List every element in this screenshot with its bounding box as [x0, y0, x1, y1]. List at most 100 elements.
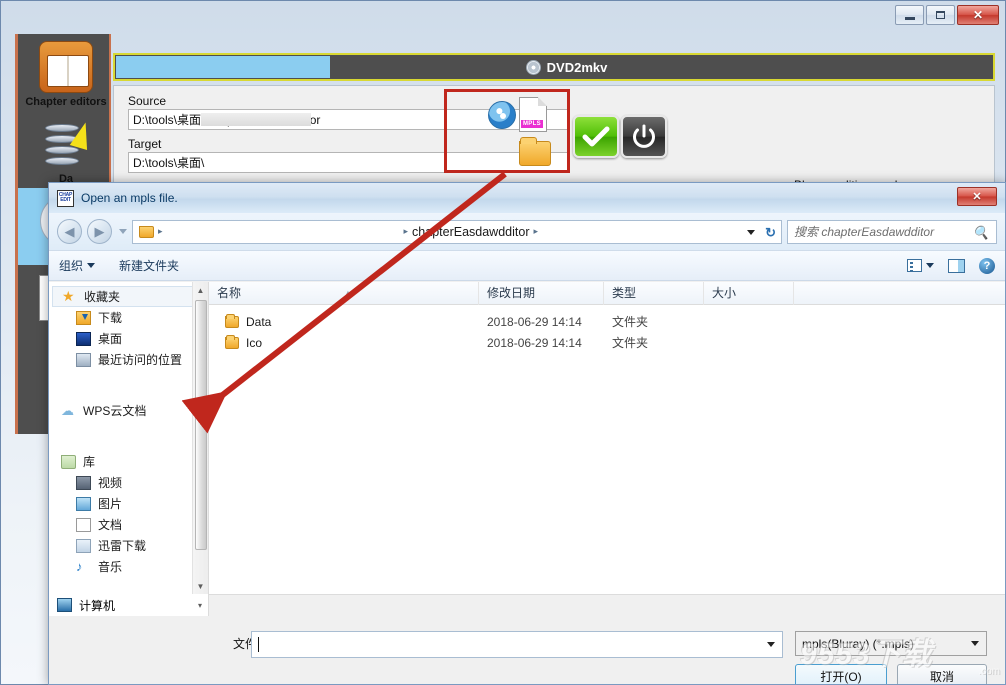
- chapter-edit-icon: CHAP EDIT: [57, 190, 74, 207]
- close-icon: ✕: [972, 190, 981, 203]
- file-list-pane: ▲ 名称 修改日期 类型 大小 Data 2018-06-29 14:14 文件…: [209, 282, 1005, 594]
- chevron-down-icon: [926, 263, 934, 268]
- breadcrumb[interactable]: ▸ ▸ chapterEasdawdditor ▸ ↻: [132, 220, 782, 244]
- column-label: 大小: [712, 286, 736, 300]
- filename-input[interactable]: [251, 631, 783, 658]
- forward-button[interactable]: ▶: [87, 219, 112, 244]
- column-header-name[interactable]: ▲ 名称: [209, 282, 479, 305]
- file-name: Data: [246, 315, 271, 329]
- mpls-file-icon[interactable]: MPLS: [519, 97, 547, 132]
- maximize-button[interactable]: [926, 5, 955, 25]
- window-controls: ✕: [895, 5, 999, 25]
- scroll-up-arrow[interactable]: ▲: [193, 282, 208, 298]
- history-dropdown-icon[interactable]: [119, 229, 127, 234]
- column-header-modified[interactable]: 修改日期: [479, 282, 604, 305]
- refresh-icon[interactable]: ↻: [765, 225, 776, 241]
- sidebar-item-documents[interactable]: 文档: [49, 514, 208, 535]
- organize-button[interactable]: 组织: [59, 257, 95, 274]
- app-title-bar: ✕: [1, 1, 1005, 34]
- folder-icon: [225, 316, 239, 328]
- table-row[interactable]: Data 2018-06-29 14:14 文件夹: [209, 311, 1005, 332]
- scrollbar-thumb[interactable]: [195, 300, 207, 550]
- power-icon: [631, 124, 657, 150]
- sidebar-item-label: 音乐: [98, 558, 122, 575]
- file-name-cell: Data: [209, 315, 479, 329]
- organize-label: 组织: [59, 257, 83, 274]
- sidebar-item-label: 下载: [98, 309, 122, 326]
- view-list-icon: [907, 259, 922, 272]
- file-modified: 2018-06-29 14:14: [479, 315, 604, 329]
- table-row[interactable]: Ico 2018-06-29 14:14 文件夹: [209, 332, 1005, 353]
- scroll-down-arrow[interactable]: ▼: [193, 578, 208, 594]
- chevron-down-icon: [971, 641, 979, 646]
- dialog-footer: 计算机 ▾ 文件名(N): mpls(Bluray) (*.mpls) 打开(O…: [49, 594, 1005, 684]
- sidebar-item-music[interactable]: ♪ 音乐: [49, 556, 208, 577]
- sidebar-item-wps-cloud[interactable]: ☁ WPS云文档: [49, 400, 208, 421]
- breadcrumb-item-folder[interactable]: chapterEasdawdditor: [412, 225, 529, 239]
- documents-icon: [76, 518, 91, 532]
- dialog-toolbar: 组织 新建文件夹 ?: [49, 251, 1005, 281]
- sidebar-item-computer[interactable]: 计算机 ▾: [49, 594, 209, 616]
- open-file-dialog: CHAP EDIT Open an mpls file. ✕ ◀ ▶ ▸ ▸ c…: [48, 182, 1006, 685]
- change-view-button[interactable]: [907, 259, 934, 272]
- sidebar-item-label: 库: [83, 453, 95, 470]
- chevron-down-icon[interactable]: [767, 642, 775, 647]
- power-button[interactable]: [621, 115, 667, 158]
- bluray-disc-icon[interactable]: [488, 101, 516, 129]
- open-label: 打开(O): [820, 668, 861, 685]
- sidebar-item-favorites[interactable]: ★ 收藏夹: [52, 286, 205, 307]
- library-icon: [61, 455, 76, 469]
- sidebar-item-thunder-download[interactable]: 迅雷下载: [49, 535, 208, 556]
- new-folder-button[interactable]: 新建文件夹: [119, 257, 179, 274]
- back-button[interactable]: ◀: [57, 219, 82, 244]
- maximize-icon: [936, 11, 945, 19]
- minimize-icon: [905, 17, 915, 20]
- sidebar-item-videos[interactable]: 视频: [49, 472, 208, 493]
- nav-gap: [49, 385, 208, 400]
- folder-icon: [139, 226, 154, 238]
- nav-gap: [49, 436, 208, 451]
- cancel-button[interactable]: 取消: [897, 664, 987, 685]
- filetype-select[interactable]: mpls(Bluray) (*.mpls): [795, 631, 987, 656]
- column-header-type[interactable]: 类型: [604, 282, 704, 305]
- desktop-icon-chapter-editors[interactable]: Chapter editors: [18, 34, 111, 111]
- search-input[interactable]: 搜索 chapterEasdawdditor 🔍: [787, 220, 997, 244]
- sidebar-item-desktop[interactable]: 桌面: [49, 328, 208, 349]
- music-icon: ♪: [76, 560, 91, 574]
- help-icon[interactable]: ?: [979, 258, 995, 274]
- file-type: 文件夹: [604, 334, 704, 351]
- close-button[interactable]: ✕: [957, 5, 999, 25]
- dialog-close-button[interactable]: ✕: [957, 187, 997, 206]
- folder-icon[interactable]: [519, 141, 551, 166]
- downloads-icon: [76, 311, 91, 325]
- cloud-icon: ☁: [61, 404, 76, 418]
- file-list-rows: Data 2018-06-29 14:14 文件夹 Ico 2018-06-29…: [209, 305, 1005, 353]
- navigation-pane: ★ 收藏夹 下载 桌面 最近访问的位置 ☁: [49, 282, 209, 594]
- recent-places-icon: [76, 353, 91, 367]
- sidebar-item-pictures[interactable]: 图片: [49, 493, 208, 514]
- chevron-down-icon[interactable]: [747, 230, 755, 235]
- file-name: Ico: [246, 336, 262, 350]
- progress-bar: [116, 56, 330, 78]
- confirm-button[interactable]: [573, 115, 619, 158]
- dialog-title-bar: CHAP EDIT Open an mpls file. ✕: [49, 183, 1005, 213]
- mpls-badge: MPLS: [521, 120, 543, 128]
- desktop-icon-database[interactable]: Da: [18, 111, 111, 188]
- dialog-title-text: Open an mpls file.: [81, 191, 178, 205]
- desktop-icon-label: Chapter editors: [18, 96, 111, 111]
- star-icon: ★: [62, 290, 77, 304]
- target-value: D:\tools\桌面\: [133, 156, 204, 170]
- nav-gap: [49, 421, 208, 436]
- chevron-down-icon[interactable]: ▾: [198, 601, 202, 610]
- toolbar-right-group: ?: [907, 258, 995, 274]
- breadcrumb-separator: ▸: [158, 226, 163, 237]
- sidebar-scrollbar[interactable]: ▲ ▼: [192, 282, 208, 594]
- sidebar-item-downloads[interactable]: 下载: [49, 307, 208, 328]
- preview-pane-icon[interactable]: [948, 259, 965, 273]
- search-placeholder: 搜索 chapterEasdawdditor: [794, 223, 934, 240]
- open-button[interactable]: 打开(O): [795, 664, 887, 685]
- column-header-size[interactable]: 大小: [704, 282, 794, 305]
- sidebar-item-libraries[interactable]: 库: [49, 451, 208, 472]
- minimize-button[interactable]: [895, 5, 924, 25]
- sidebar-item-recent-places[interactable]: 最近访问的位置: [49, 349, 208, 370]
